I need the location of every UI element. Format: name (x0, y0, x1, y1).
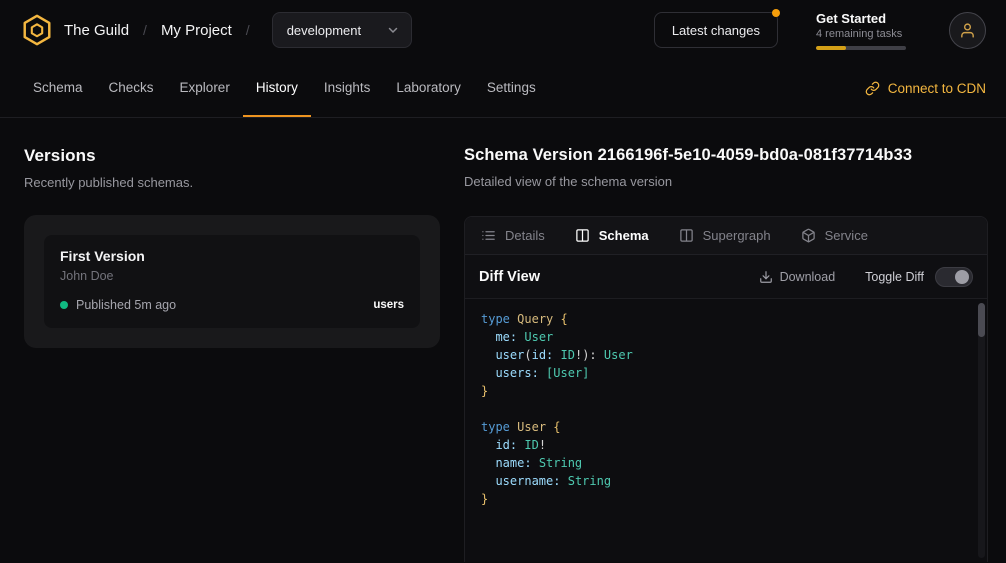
latest-changes-button[interactable]: Latest changes (654, 12, 778, 48)
code-viewer: type Query { me: User user(id: ID!): Use… (465, 299, 987, 562)
diff-view-title: Diff View (479, 269, 540, 285)
target-selector[interactable]: development (272, 12, 412, 48)
top-bar-actions: Latest changes Get Started 4 remaining t… (654, 11, 986, 50)
published-dot (60, 301, 68, 309)
schema-version-panel: Details Schema Supergraph Service Diff View… (464, 216, 988, 562)
versions-panel: First Version John Doe Published 5m ago … (24, 215, 440, 348)
version-name: First Version (60, 248, 404, 264)
version-author: John Doe (60, 269, 404, 283)
link-icon (865, 81, 880, 96)
version-list-item[interactable]: First Version John Doe Published 5m ago … (44, 235, 420, 328)
download-button[interactable]: Download (759, 270, 836, 284)
toggle-diff-group: Toggle Diff (865, 267, 973, 287)
progress-fill (816, 46, 846, 50)
detail-tab-supergraph[interactable]: Supergraph (679, 228, 771, 243)
breadcrumb-separator: / (242, 22, 254, 38)
tab-insights[interactable]: Insights (311, 60, 384, 117)
schema-version-subtitle: Detailed view of the schema version (464, 174, 988, 189)
code-scrollbar-thumb[interactable] (978, 303, 985, 337)
code-scrollbar[interactable] (978, 303, 985, 558)
main-content: Versions Recently published schemas. Fir… (0, 118, 1006, 562)
latest-changes-label: Latest changes (672, 23, 760, 38)
toggle-diff-label: Toggle Diff (865, 270, 924, 284)
user-icon (959, 22, 976, 39)
connect-to-cdn-link[interactable]: Connect to CDN (865, 60, 986, 117)
versions-title: Versions (24, 146, 440, 166)
service-name-badge: users (373, 299, 404, 311)
detail-tab-schema[interactable]: Schema (575, 228, 649, 243)
breadcrumb: The Guild / My Project / development (20, 12, 412, 48)
breadcrumb-separator: / (139, 22, 151, 38)
schema-sdl-code[interactable]: type Query { me: User user(id: ID!): Use… (465, 299, 987, 519)
download-icon (759, 270, 773, 284)
columns-icon (679, 228, 694, 243)
tab-explorer[interactable]: Explorer (167, 60, 243, 117)
get-started-progress (816, 46, 906, 50)
detail-tab-details[interactable]: Details (481, 228, 545, 243)
tab-schema[interactable]: Schema (20, 60, 96, 117)
version-status: Published 5m ago (76, 298, 176, 312)
detail-tab-label: Details (505, 228, 545, 243)
version-detail-column: Schema Version 2166196f-5e10-4059-bd0a-0… (464, 146, 988, 562)
diff-view-header: Diff View Download Toggle Diff (465, 255, 987, 299)
hive-logo-icon[interactable] (20, 13, 54, 47)
toggle-diff-switch[interactable] (935, 267, 973, 287)
diff-actions: Download Toggle Diff (759, 267, 973, 287)
top-bar: The Guild / My Project / development Lat… (0, 0, 1006, 60)
columns-icon (575, 228, 590, 243)
chevron-down-icon (387, 24, 399, 36)
tab-laboratory[interactable]: Laboratory (383, 60, 474, 117)
schema-version-title: Schema Version 2166196f-5e10-4059-bd0a-0… (464, 146, 988, 165)
detail-tab-label: Supergraph (703, 228, 771, 243)
tab-checks[interactable]: Checks (96, 60, 167, 117)
detail-tab-service[interactable]: Service (801, 228, 868, 243)
project-name[interactable]: My Project (161, 22, 232, 39)
target-selector-value: development (287, 23, 361, 38)
tab-history[interactable]: History (243, 60, 311, 117)
cdn-label: Connect to CDN (888, 81, 986, 96)
detail-tabs: Details Schema Supergraph Service (465, 217, 987, 255)
box-icon (801, 228, 816, 243)
download-label: Download (780, 270, 836, 284)
versions-subtitle: Recently published schemas. (24, 175, 440, 190)
tab-settings[interactable]: Settings (474, 60, 549, 117)
version-meta-row: Published 5m ago users (60, 298, 404, 312)
list-icon (481, 228, 496, 243)
get-started-subtitle: 4 remaining tasks (816, 28, 911, 40)
get-started-widget[interactable]: Get Started 4 remaining tasks (816, 11, 911, 50)
notification-dot (772, 9, 780, 17)
avatar[interactable] (949, 12, 986, 49)
detail-tab-label: Service (825, 228, 868, 243)
get-started-title: Get Started (816, 11, 911, 26)
versions-column: Versions Recently published schemas. Fir… (24, 146, 440, 562)
detail-tab-label: Schema (599, 228, 649, 243)
toggle-knob (955, 270, 969, 284)
primary-nav: SchemaChecksExplorerHistoryInsightsLabor… (0, 60, 1006, 118)
org-name[interactable]: The Guild (64, 22, 129, 39)
